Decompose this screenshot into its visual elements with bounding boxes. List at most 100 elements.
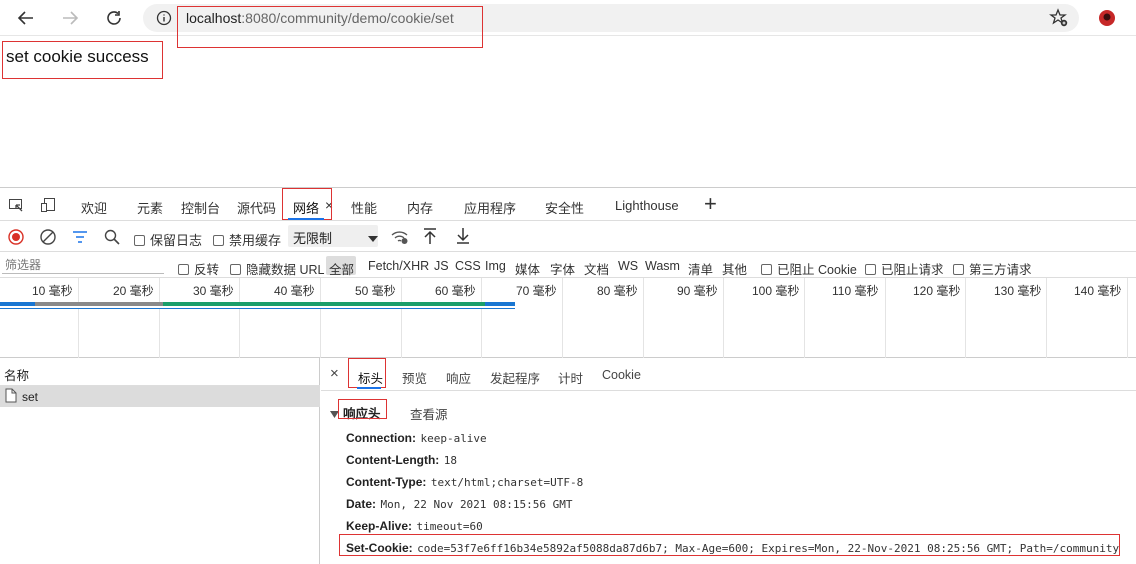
timeline-tick-label: 90 毫秒 (677, 284, 718, 298)
timeline-gridline (965, 278, 966, 358)
download-icon[interactable] (455, 227, 471, 250)
header-row: Connection: keep-alive (346, 429, 487, 447)
filter-type-media[interactable]: 媒体 (515, 259, 540, 278)
timeline-tick-label: 30 毫秒 (193, 284, 234, 298)
tab-memory[interactable]: 内存 (407, 198, 433, 217)
response-headers-highlight-box (338, 399, 387, 419)
upload-icon[interactable] (422, 227, 438, 250)
header-value: timeout=60 (416, 520, 483, 533)
filter-type-ws[interactable]: WS (618, 259, 638, 273)
tab-security[interactable]: 安全性 (545, 198, 584, 217)
chevron-down-icon[interactable] (367, 231, 379, 249)
browser-toolbar: localhost:8080/community/demo/cookie/set (0, 0, 1136, 36)
checkbox-box (230, 264, 241, 275)
timeline-gridline (643, 278, 644, 358)
view-source-link[interactable]: 查看源 (410, 404, 448, 423)
header-row: Content-Length: 18 (346, 451, 457, 469)
blocked-requests-label: 已阻止请求 (881, 263, 944, 277)
timeline-tick-label: 20 毫秒 (113, 284, 154, 298)
third-party-label: 第三方请求 (969, 263, 1032, 277)
third-party-checkbox[interactable]: 第三方请求 (953, 259, 1032, 278)
timeline-tick-label: 10 毫秒 (32, 284, 73, 298)
timeline-gridline (1127, 278, 1128, 358)
filter-type-wasm[interactable]: Wasm (645, 259, 680, 273)
active-detail-tab-indicator (357, 387, 381, 389)
timeline-tick-label: 120 毫秒 (913, 284, 961, 298)
filter-type-other[interactable]: 其他 (722, 259, 747, 278)
record-stop-icon[interactable] (8, 229, 24, 250)
blocked-cookies-label: 已阻止 Cookie (777, 263, 857, 277)
forward-arrow-icon[interactable] (58, 6, 82, 30)
filter-type-doc[interactable]: 文档 (584, 259, 609, 278)
timeline-gridline (239, 278, 240, 358)
request-row[interactable]: set (0, 386, 320, 407)
header-row: Keep-Alive: timeout=60 (346, 517, 483, 535)
preserve-log-label: 保留日志 (150, 233, 203, 248)
preserve-log-checkbox[interactable]: 保留日志 (134, 230, 202, 249)
filter-type-manifest[interactable]: 清单 (688, 259, 713, 278)
request-list-pane: 名称 set (0, 358, 320, 564)
close-detail-icon[interactable]: × (330, 365, 339, 382)
set-cookie-highlight-box (339, 534, 1120, 556)
invert-checkbox[interactable]: 反转 (178, 259, 219, 278)
timeline-gridline (320, 278, 321, 358)
header-value: text/html;charset=UTF-8 (430, 476, 584, 489)
filter-type-fetch[interactable]: Fetch/XHR (368, 259, 429, 273)
tab-lighthouse[interactable]: Lighthouse (615, 198, 679, 213)
filter-type-all[interactable]: 全部 (329, 259, 354, 278)
header-key: Connection: (346, 431, 416, 445)
search-icon[interactable] (104, 229, 120, 250)
blocked-requests-checkbox[interactable]: 已阻止请求 (865, 259, 944, 278)
timeline-bar-gap (0, 306, 515, 308)
request-list-header: 名称 (0, 358, 320, 386)
request-detail-pane: × 标头 预览 响应 发起程序 计时 Cookie 响应头 查看源 Connec… (321, 358, 1136, 564)
favorite-star-icon[interactable] (1047, 6, 1071, 30)
header-row: Date: Mon, 22 Nov 2021 08:15:56 GMT (346, 495, 573, 513)
profile-icon[interactable] (1095, 6, 1119, 30)
add-tab-icon[interactable]: + (704, 191, 717, 217)
filter-input[interactable]: 筛选器 (2, 256, 164, 274)
tab-application[interactable]: 应用程序 (464, 198, 516, 217)
checkbox-box (953, 264, 964, 275)
tab-cookies[interactable]: Cookie (602, 368, 641, 382)
tab-welcome[interactable]: 欢迎 (81, 198, 107, 217)
tab-console[interactable]: 控制台 (181, 198, 220, 217)
throttle-value: 无限制 (293, 231, 333, 246)
tab-timing[interactable]: 计时 (558, 368, 583, 387)
device-emulation-icon[interactable] (40, 197, 56, 218)
disable-cache-checkbox[interactable]: 禁用缓存 (213, 230, 281, 249)
tab-preview[interactable]: 预览 (402, 368, 427, 387)
filter-type-font[interactable]: 字体 (550, 259, 575, 278)
timeline-tick-label: 50 毫秒 (355, 284, 396, 298)
disable-cache-label: 禁用缓存 (229, 233, 282, 248)
header-value: Mon, 22 Nov 2021 08:15:56 GMT (380, 498, 573, 511)
back-arrow-icon[interactable] (14, 6, 38, 30)
tab-initiator[interactable]: 发起程序 (490, 368, 540, 387)
timeline-tick-label: 60 毫秒 (435, 284, 476, 298)
name-column-header[interactable]: 名称 (4, 365, 29, 384)
timeline-gridline (159, 278, 160, 358)
tab-sources[interactable]: 源代码 (237, 198, 276, 217)
filter-bar: 筛选器 反转 隐藏数据 URL 全部 Fetch/XHR JS CSS Img … (0, 252, 1136, 278)
hide-data-urls-checkbox[interactable]: 隐藏数据 URL (230, 259, 324, 278)
timeline-tick-label: 130 毫秒 (994, 284, 1042, 298)
network-conditions-icon[interactable] (391, 229, 409, 250)
filter-icon[interactable] (72, 229, 88, 250)
inspect-element-icon[interactable] (8, 197, 24, 218)
throttle-select[interactable]: 无限制 (288, 225, 378, 247)
filter-type-img[interactable]: Img (485, 259, 506, 273)
clear-icon[interactable] (40, 229, 56, 250)
filter-type-css[interactable]: CSS (455, 259, 481, 273)
tab-performance[interactable]: 性能 (351, 198, 377, 217)
tab-elements[interactable]: 元素 (137, 198, 163, 217)
reload-icon[interactable] (102, 6, 126, 30)
request-name: set (22, 390, 39, 404)
network-timeline[interactable]: 10 毫秒 20 毫秒 30 毫秒 40 毫秒 50 毫秒 60 毫秒 70 毫… (0, 278, 1136, 358)
tab-response[interactable]: 响应 (446, 368, 471, 387)
timeline-gridline (481, 278, 482, 358)
timeline-gridline (562, 278, 563, 358)
network-toolbar: 保留日志 禁用缓存 无限制 (0, 221, 1136, 252)
filter-type-js[interactable]: JS (434, 259, 449, 273)
info-icon[interactable] (152, 6, 176, 30)
blocked-cookies-checkbox[interactable]: 已阻止 Cookie (761, 259, 857, 278)
